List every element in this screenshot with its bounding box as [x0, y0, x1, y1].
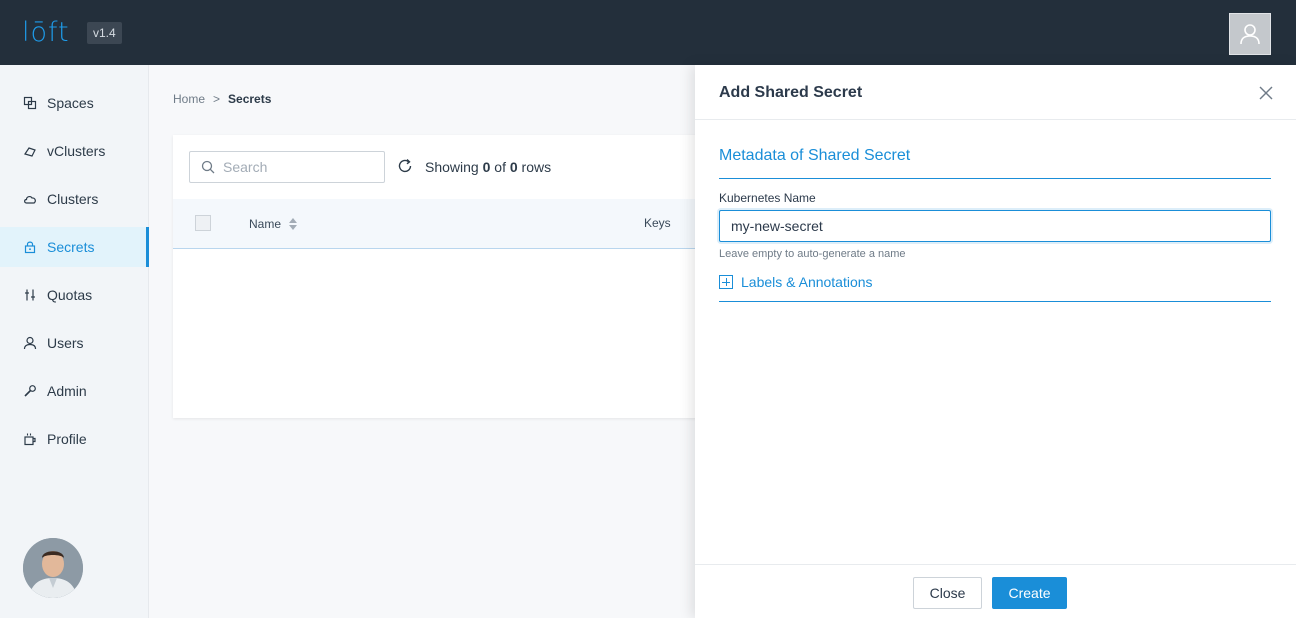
user-icon	[1240, 24, 1260, 45]
breadcrumb-separator: >	[213, 92, 221, 106]
breadcrumb-home[interactable]: Home	[173, 92, 205, 106]
sidebar-item-admin[interactable]: Admin	[0, 371, 149, 411]
top-bar: lōft v1.4	[0, 0, 1296, 65]
kubernetes-name-label: Kubernetes Name	[719, 191, 816, 205]
sidebar-item-users[interactable]: Users	[0, 323, 149, 363]
breadcrumb: Home > Secrets	[173, 92, 271, 106]
showing-total: 0	[509, 159, 518, 175]
kubernetes-name-hint: Leave empty to auto-generate a name	[719, 248, 906, 260]
secrets-table-card: Showing 0 of 0 rows Name Keys	[173, 135, 713, 418]
sidebar-item-profile[interactable]: Profile	[0, 419, 149, 459]
user-menu-button[interactable]	[1229, 13, 1271, 55]
loft-logo[interactable]: lōft	[22, 16, 70, 48]
sidebar: Spaces vClusters Clusters Secrets Quotas…	[0, 65, 149, 618]
close-button[interactable]: Close	[913, 577, 982, 609]
drawer-footer: Close Create	[695, 564, 1296, 618]
cloud-icon	[23, 192, 37, 206]
column-header-name-label: Name	[249, 217, 282, 231]
sort-icon[interactable]	[289, 218, 298, 230]
showing-of: of	[494, 159, 506, 175]
drawer-header: Add Shared Secret	[695, 65, 1296, 120]
coffee-icon	[23, 432, 37, 446]
showing-suffix: rows	[521, 159, 552, 175]
plus-square-icon	[719, 275, 733, 289]
showing-prefix: Showing	[425, 159, 479, 175]
search-icon	[201, 160, 215, 174]
add-shared-secret-drawer: Add Shared Secret Metadata of Shared Sec…	[695, 65, 1296, 618]
vcluster-icon	[23, 144, 37, 158]
search-input[interactable]	[223, 159, 373, 175]
column-header-keys: Keys	[644, 216, 671, 230]
sidebar-item-label: Clusters	[47, 191, 99, 207]
version-badge: v1.4	[87, 22, 122, 44]
sidebar-item-label: Spaces	[47, 95, 94, 111]
create-button[interactable]: Create	[992, 577, 1067, 609]
search-box[interactable]	[189, 151, 385, 183]
wrench-icon	[23, 384, 37, 398]
logo-text: lōft	[22, 16, 70, 48]
user-icon	[23, 336, 37, 350]
section-title: Metadata of Shared Secret	[719, 147, 911, 164]
avatar[interactable]	[23, 538, 83, 598]
column-header-name[interactable]: Name	[249, 217, 298, 231]
showing-count: 0	[482, 159, 491, 175]
close-icon[interactable]	[1258, 85, 1274, 101]
sidebar-item-label: Profile	[47, 431, 87, 447]
labels-annotations-toggle[interactable]: Labels & Annotations	[719, 274, 873, 290]
sidebar-item-label: Secrets	[47, 239, 95, 255]
labels-divider	[719, 301, 1271, 302]
spaces-icon	[23, 96, 37, 110]
sidebar-item-label: Quotas	[47, 287, 93, 303]
labels-annotations-label: Labels & Annotations	[741, 274, 873, 290]
row-count-text: Showing 0 of 0 rows	[425, 159, 551, 175]
sidebar-item-clusters[interactable]: Clusters	[0, 179, 149, 219]
kubernetes-name-input[interactable]	[719, 210, 1271, 242]
breadcrumb-current: Secrets	[228, 92, 272, 106]
sidebar-item-secrets[interactable]: Secrets	[0, 227, 149, 267]
section-divider	[719, 178, 1271, 179]
sidebar-item-label: Users	[47, 335, 84, 351]
lock-icon	[23, 240, 37, 254]
sidebar-item-label: Admin	[47, 383, 87, 399]
select-all-checkbox[interactable]	[195, 215, 211, 231]
table-header: Name Keys	[173, 199, 713, 249]
refresh-icon[interactable]	[397, 158, 413, 174]
drawer-title: Add Shared Secret	[719, 84, 863, 101]
sliders-icon	[23, 288, 37, 302]
sidebar-item-label: vClusters	[47, 143, 106, 159]
sidebar-item-quotas[interactable]: Quotas	[0, 275, 149, 315]
sidebar-item-spaces[interactable]: Spaces	[0, 83, 149, 123]
sidebar-item-vclusters[interactable]: vClusters	[0, 131, 149, 171]
